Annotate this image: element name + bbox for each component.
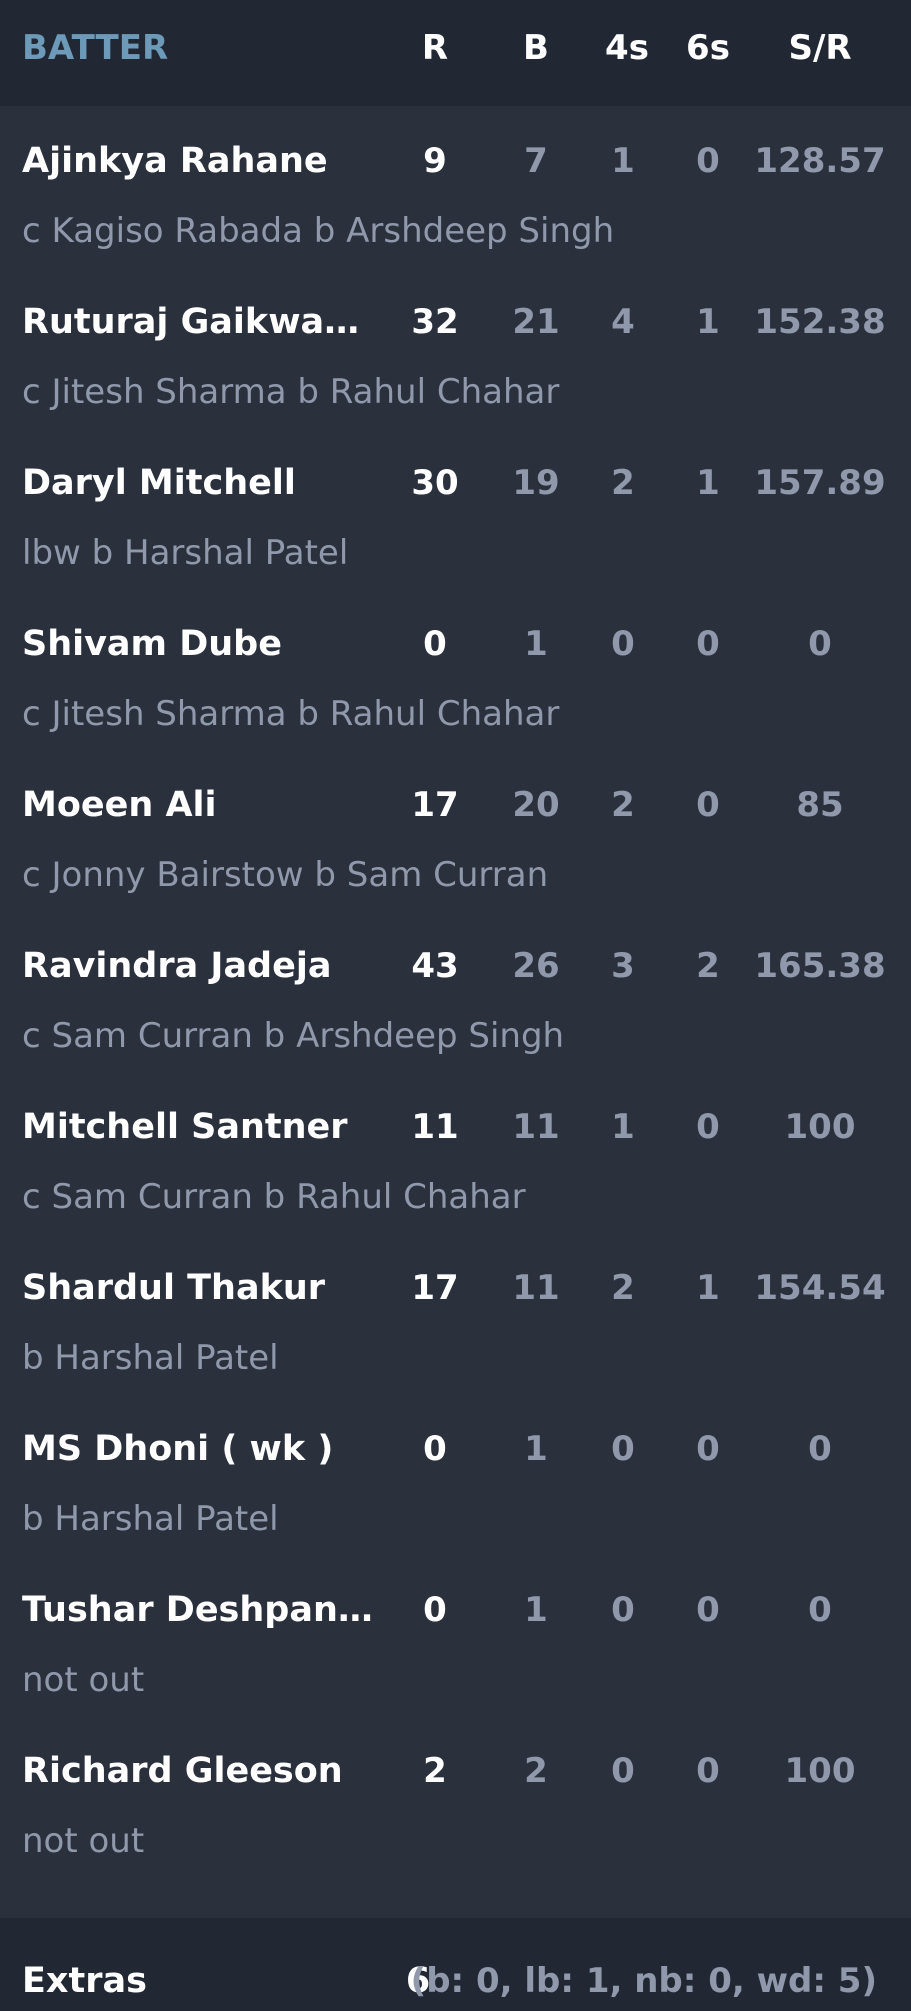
balls-value: 1 <box>524 624 548 664</box>
batter-name[interactable]: Daryl Mitchell <box>22 463 296 503</box>
dismissal-text: c Sam Curran b Arshdeep Singh <box>22 1016 565 1056</box>
runs-value: 0 <box>423 1590 447 1630</box>
batter-row[interactable]: Shardul Thakur b Harshal Patel 17 11 2 1 154.5… <box>0 1233 911 1394</box>
runs-value: 2 <box>423 1751 447 1791</box>
dismissal-text: c Jitesh Sharma b Rahul Chahar <box>22 372 560 412</box>
sixes-value: 1 <box>696 1268 720 1308</box>
batter-row[interactable]: Mitchell Santner c Sam Curran b Rahul Cha… <box>0 1072 911 1233</box>
dismissal-text: not out <box>22 1821 145 1861</box>
runs-value: 32 <box>411 302 459 342</box>
fours-value: 2 <box>611 463 635 503</box>
batter-row[interactable]: Shivam Dube c Jitesh Sharma b Rahul Chaha… <box>0 589 911 750</box>
sixes-value: 0 <box>696 1107 720 1147</box>
runs-value: 9 <box>423 141 447 181</box>
balls-value: 1 <box>524 1590 548 1630</box>
sixes-value: 0 <box>696 141 720 181</box>
scorecard-header: BATTER R B 4s 6s S/R <box>0 0 911 106</box>
strike-rate-value: 0 <box>808 624 832 664</box>
balls-value: 20 <box>512 785 560 825</box>
sixes-value: 0 <box>696 1590 720 1630</box>
sixes-value: 0 <box>696 785 720 825</box>
runs-value: 0 <box>423 624 447 664</box>
runs-value: 17 <box>411 1268 459 1308</box>
fours-column-header: 4s <box>605 28 649 68</box>
dismissal-text: b Harshal Patel <box>22 1499 279 1539</box>
strike-rate-value: 152.38 <box>754 302 886 342</box>
batter-row[interactable]: Ravindra Jadeja c Sam Curran b Arshdeep S… <box>0 911 911 1072</box>
dismissal-text: c Kagiso Rabada b Arshdeep Singh <box>22 211 615 251</box>
balls-value: 11 <box>512 1268 560 1308</box>
batter-row[interactable]: Daryl Mitchell lbw b Harshal Patel 30 19 2 1 1… <box>0 428 911 589</box>
sixes-value: 1 <box>696 463 720 503</box>
sixes-value: 0 <box>696 624 720 664</box>
fours-value: 2 <box>611 785 635 825</box>
dismissal-text: not out <box>22 1660 145 1700</box>
extras-breakdown: (b: 0, lb: 1, nb: 0, wd: 5) <box>410 1961 877 2001</box>
strike-rate-value: 0 <box>808 1429 832 1469</box>
dismissal-text: lbw b Harshal Patel <box>22 533 349 573</box>
batter-name[interactable]: Shardul Thakur <box>22 1268 325 1308</box>
batter-name[interactable]: Ajinkya Rahane <box>22 141 328 181</box>
sixes-value: 2 <box>696 946 720 986</box>
runs-value: 30 <box>411 463 459 503</box>
strike-rate-value: 100 <box>784 1107 856 1147</box>
balls-value: 1 <box>524 1429 548 1469</box>
balls-value: 19 <box>512 463 560 503</box>
batter-name[interactable]: MS Dhoni ( wk ) <box>22 1429 333 1469</box>
fours-value: 4 <box>611 302 635 342</box>
balls-value: 7 <box>524 141 548 181</box>
batter-name[interactable]: Ravindra Jadeja <box>22 946 331 986</box>
runs-column-header: R <box>421 28 449 68</box>
strike-rate-column-header: S/R <box>788 28 852 68</box>
batter-column-header: BATTER <box>22 28 169 68</box>
sixes-value: 1 <box>696 302 720 342</box>
strike-rate-value: 0 <box>808 1590 832 1630</box>
extras-label: Extras <box>22 1961 147 2001</box>
batter-row[interactable]: Ruturaj Gaikwad (c) c Jitesh Sharma b Rah… <box>0 267 911 428</box>
batter-row[interactable]: Moeen Ali c Jonny Bairstow b Sam Curran 17… <box>0 750 911 911</box>
runs-value: 0 <box>423 1429 447 1469</box>
batter-name[interactable]: Tushar Deshpande <box>22 1590 377 1630</box>
balls-value: 21 <box>512 302 560 342</box>
sixes-value: 0 <box>696 1429 720 1469</box>
sixes-value: 0 <box>696 1751 720 1791</box>
balls-value: 11 <box>512 1107 560 1147</box>
fours-value: 2 <box>611 1268 635 1308</box>
dismissal-text: b Harshal Patel <box>22 1338 279 1378</box>
strike-rate-value: 154.54 <box>754 1268 886 1308</box>
batter-row[interactable]: MS Dhoni ( wk ) b Harshal Patel 0 1 0 0 0 <box>0 1394 911 1555</box>
batter-row[interactable]: Ajinkya Rahane c Kagiso Rabada b Arshdeep… <box>0 106 911 267</box>
dismissal-text: c Jonny Bairstow b Sam Curran <box>22 855 549 895</box>
fours-value: 3 <box>611 946 635 986</box>
balls-column-header: B <box>523 28 549 68</box>
fours-value: 1 <box>611 141 635 181</box>
runs-value: 17 <box>411 785 459 825</box>
fours-value: 1 <box>611 1107 635 1147</box>
strike-rate-value: 85 <box>796 785 844 825</box>
runs-value: 11 <box>411 1107 459 1147</box>
batter-name[interactable]: Shivam Dube <box>22 624 282 664</box>
strike-rate-value: 165.38 <box>754 946 886 986</box>
fours-value: 0 <box>611 624 635 664</box>
batter-name[interactable]: Moeen Ali <box>22 785 217 825</box>
batter-name[interactable]: Ruturaj Gaikwad (c) <box>22 302 377 342</box>
strike-rate-value: 157.89 <box>754 463 886 503</box>
dismissal-text: c Jitesh Sharma b Rahul Chahar <box>22 694 560 734</box>
runs-value: 43 <box>411 946 459 986</box>
strike-rate-value: 100 <box>784 1751 856 1791</box>
fours-value: 0 <box>611 1751 635 1791</box>
dismissal-text: c Sam Curran b Rahul Chahar <box>22 1177 526 1217</box>
fours-value: 0 <box>611 1590 635 1630</box>
balls-value: 26 <box>512 946 560 986</box>
strike-rate-value: 128.57 <box>754 141 886 181</box>
batter-name[interactable]: Mitchell Santner <box>22 1107 348 1147</box>
batter-row[interactable]: Richard Gleeson not out 2 2 0 0 100 <box>0 1716 911 1877</box>
fours-value: 0 <box>611 1429 635 1469</box>
balls-value: 2 <box>524 1751 548 1791</box>
sixes-column-header: 6s <box>686 28 730 68</box>
extras-row: Extras 6 (b: 0, lb: 1, nb: 0, wd: 5) <box>0 1918 911 2011</box>
batter-row[interactable]: Tushar Deshpande not out 0 1 0 0 0 <box>0 1555 911 1716</box>
batter-name[interactable]: Richard Gleeson <box>22 1751 343 1791</box>
